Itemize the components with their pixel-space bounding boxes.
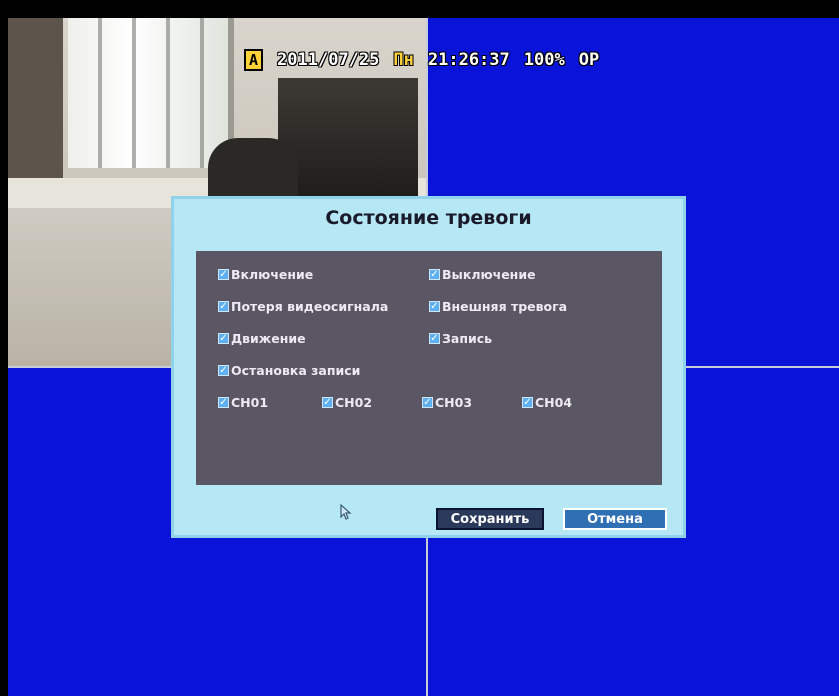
dialog-title: Состояние тревоги: [325, 207, 532, 229]
osd-weekday: Пн: [393, 50, 414, 70]
checkbox-external-alarm[interactable]: ✓ Внешняя тревога: [429, 299, 567, 314]
save-button[interactable]: Сохранить: [436, 508, 544, 530]
checkbox-label: CH03: [435, 395, 473, 410]
checkbox-recording-stop[interactable]: ✓ Остановка записи: [218, 363, 360, 378]
checkbox-label: Внешняя тревога: [442, 299, 568, 314]
checkbox-icon[interactable]: ✓: [218, 269, 229, 280]
checkbox-label: CH02: [335, 395, 373, 410]
checkbox-label: Остановка записи: [231, 363, 361, 378]
checkbox-icon[interactable]: ✓: [322, 397, 333, 408]
checkbox-ch02[interactable]: ✓ CH02: [322, 395, 372, 410]
osd-mode: OP: [578, 50, 600, 70]
checkbox-icon[interactable]: ✓: [429, 333, 440, 344]
checkbox-label: CH01: [231, 395, 269, 410]
checkbox-icon[interactable]: ✓: [429, 301, 440, 312]
osd-time: 21:26:37: [427, 50, 510, 70]
checkbox-label: Включение: [231, 267, 314, 282]
checkbox-label: Движение: [231, 331, 306, 346]
checkbox-icon[interactable]: ✓: [522, 397, 533, 408]
checkbox-motion[interactable]: ✓ Движение: [218, 331, 306, 346]
alarm-status-dialog: Состояние тревоги ✓ Включение ✓ Выключен…: [171, 196, 686, 538]
checkbox-icon[interactable]: ✓: [429, 269, 440, 280]
pointer-cursor-icon: [339, 503, 353, 524]
checkbox-ch03[interactable]: ✓ CH03: [422, 395, 472, 410]
cancel-button[interactable]: Отмена: [563, 508, 667, 530]
checkbox-power-on[interactable]: ✓ Включение: [218, 267, 313, 282]
checkbox-label: Потеря видеосигнала: [231, 299, 389, 314]
checkbox-icon[interactable]: ✓: [218, 301, 229, 312]
checkbox-icon[interactable]: ✓: [218, 397, 229, 408]
osd-status-bar: A 2011/07/25 Пн 21:26:37 100% OP: [244, 48, 599, 72]
osd-channel-tag: A: [244, 49, 264, 71]
checkbox-icon[interactable]: ✓: [422, 397, 433, 408]
checkbox-video-loss[interactable]: ✓ Потеря видеосигнала: [218, 299, 388, 314]
checkbox-label: Запись: [442, 331, 493, 346]
osd-hdd: 100%: [523, 50, 565, 70]
checkbox-recording[interactable]: ✓ Запись: [429, 331, 492, 346]
checkbox-icon[interactable]: ✓: [218, 333, 229, 344]
checkbox-label: Выключение: [442, 267, 536, 282]
checkbox-power-off[interactable]: ✓ Выключение: [429, 267, 536, 282]
checkbox-ch04[interactable]: ✓ CH04: [522, 395, 572, 410]
checkbox-icon[interactable]: ✓: [218, 365, 229, 376]
checkbox-ch01[interactable]: ✓ CH01: [218, 395, 268, 410]
osd-date: 2011/07/25: [277, 50, 380, 70]
checkbox-label: CH04: [535, 395, 573, 410]
alarm-options-panel: ✓ Включение ✓ Выключение ✓ Потеря видеос…: [196, 251, 662, 485]
